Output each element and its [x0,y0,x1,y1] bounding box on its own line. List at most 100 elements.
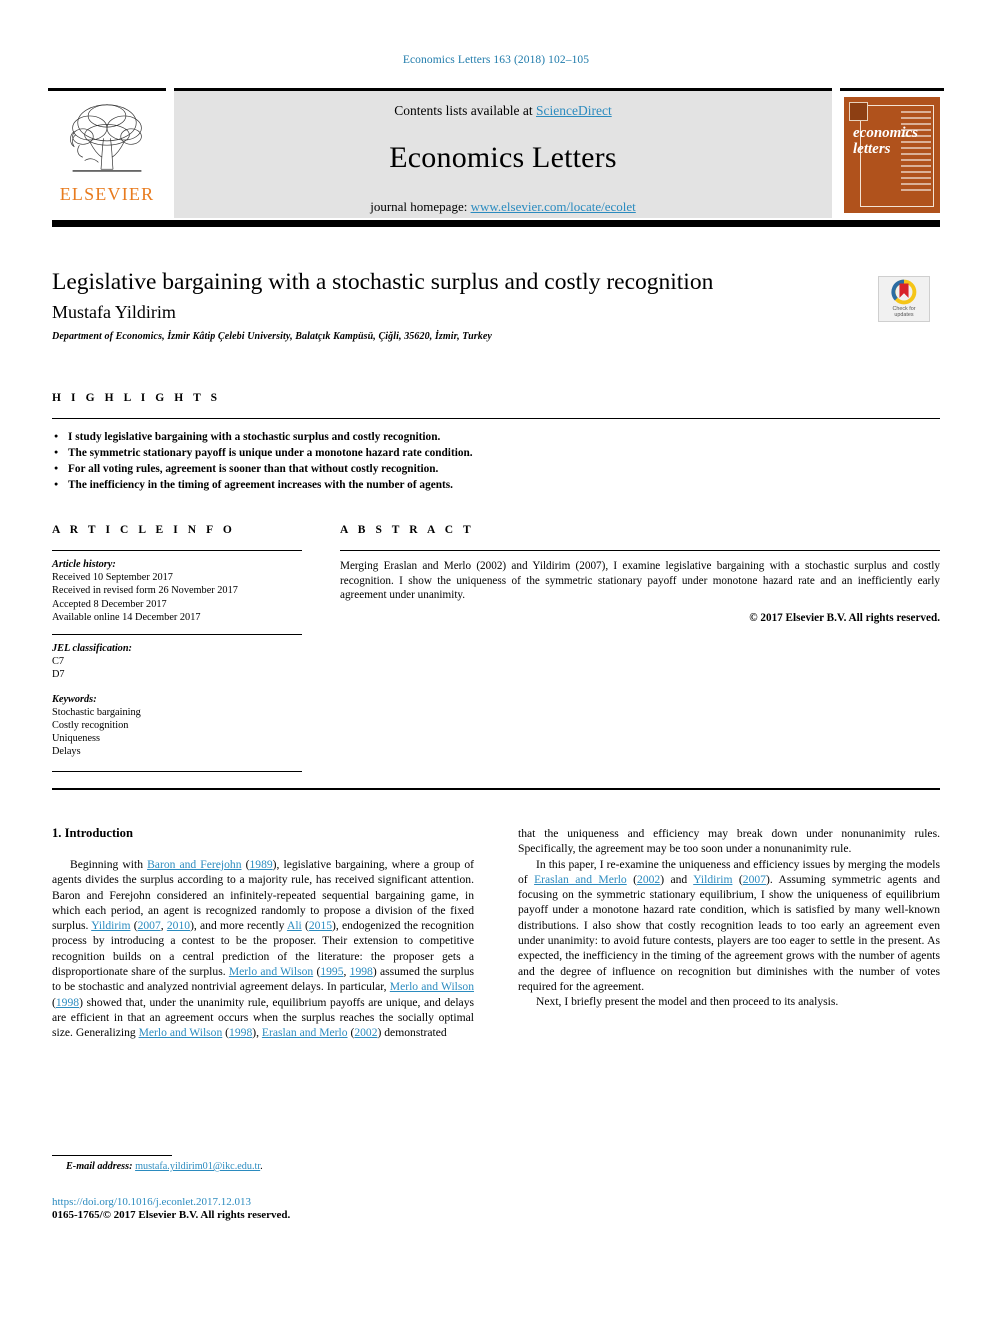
body-column-left: 1. Introduction Beginning with Baron and… [52,826,474,1041]
paragraph-intro-2: that the uniqueness and efficiency may b… [518,827,940,856]
paragraph-intro-3: In this paper, I re-examine the uniquene… [518,857,940,995]
citation-link[interactable]: 2002 [637,873,660,886]
jel-code: C7 [52,656,65,668]
text-run: ( [301,919,309,933]
homepage-line: journal homepage: www.elsevier.com/locat… [174,199,832,215]
abstract-section: A B S T R A C T Merging Eraslan and Merl… [340,524,940,772]
journal-masthead: ELSEVIER Contents lists available at Sci… [48,88,944,218]
contents-line: Contents lists available at ScienceDirec… [174,91,832,119]
body-columns: 1. Introduction Beginning with Baron and… [52,826,940,1041]
email-link[interactable]: mustafa.yildirim01@ikc.edu.tr [135,1161,260,1172]
page-title: Legislative bargaining with a stochastic… [52,269,714,295]
homepage-prefix: journal homepage: [370,199,471,214]
email-suffix: . [260,1161,263,1172]
citation-link[interactable]: 1995 [320,965,343,978]
citation-link[interactable]: Merlo and Wilson [229,965,313,978]
page-footer: E-mail address: mustafa.yildirim01@ikc.e… [52,1155,474,1221]
citation-link[interactable]: 1998 [350,965,373,978]
text-run: ) demonstrated [377,1026,447,1040]
doi-link[interactable]: https://doi.org/10.1016/j.econlet.2017.1… [52,1196,474,1208]
elsevier-tree-icon [70,104,142,172]
citation-link[interactable]: 1998 [229,1026,252,1039]
article-history-label: Article history: [52,559,116,570]
article-history-received: Received 10 September 2017 [52,572,173,584]
crossmark-label-line1: Check for [892,306,916,312]
keywords-label: Keywords: [52,693,97,705]
elsevier-wordmark: ELSEVIER [59,184,155,204]
list-item: I study legislative bargaining with a st… [54,428,940,445]
citation-link[interactable]: Eraslan and Merlo [262,1026,348,1039]
footnote-email: E-mail address: mustafa.yildirim01@ikc.e… [52,1161,474,1172]
crossmark-label: Check for updates [879,306,929,319]
citation-link[interactable]: 2007 [743,873,766,886]
issn-copyright: 0165-1765/© 2017 Elsevier B.V. All right… [52,1209,291,1221]
crossmark-icon [891,279,917,305]
text-run: ), and more recently [190,919,287,933]
abstract-copyright: © 2017 Elsevier B.V. All rights reserved… [749,611,940,624]
text-run: Beginning with [70,858,148,871]
journal-band: Contents lists available at ScienceDirec… [174,88,832,218]
article-info-section: A R T I C L E I N F O Article history: R… [52,524,302,772]
journal-cover-image: economics letters [844,97,940,213]
jel-rule [52,634,302,636]
citation-link[interactable]: 2007 [138,919,161,932]
keyword: Delays [52,746,81,758]
citation-link[interactable]: Eraslan and Merlo [534,873,627,886]
citation-link[interactable]: 1998 [56,996,79,1009]
body-column-right: that the uniqueness and efficiency may b… [518,826,940,1041]
citation-link[interactable]: Yildirim [693,873,732,886]
article-info-rule [52,550,302,551]
masthead-divider [52,220,940,227]
highlights-section: H I G H L I G H T S I study legislative … [52,392,940,493]
keyword: Uniqueness [52,733,101,745]
text-run: ) and [660,872,694,886]
text-run: ( [626,872,638,886]
author-name: Mustafa Yildirim [52,302,176,322]
journal-homepage-link[interactable]: www.elsevier.com/locate/ecolet [471,199,636,214]
citation-link[interactable]: Ali [287,919,302,932]
list-item: For all voting rules, agreement is soone… [54,460,940,477]
author-affiliation: Department of Economics, İzmir Kâtip Çel… [52,331,492,342]
abstract-text: Merging Eraslan and Merlo (2002) and Yil… [340,560,940,602]
section-heading-introduction: 1. Introduction [52,826,133,840]
cover-toc-lines [901,111,931,203]
email-label: E-mail address: [66,1161,133,1172]
keyword: Costly recognition [52,720,129,732]
citation-link[interactable]: Merlo and Wilson [139,1026,223,1039]
sciencedirect-link[interactable]: ScienceDirect [536,103,612,118]
paragraph-intro-1: Beginning with Baron and Ferejohn (1989)… [52,857,474,1041]
citation-link[interactable]: 2015 [309,919,332,932]
abstract-rule [340,550,940,551]
list-item: The inefficiency in the timing of agreem… [54,476,940,493]
highlights-list: I study legislative bargaining with a st… [52,428,940,493]
jel-code: D7 [52,669,65,681]
contents-prefix: Contents lists available at [394,103,536,118]
citation-link[interactable]: 1989 [249,858,272,871]
body-divider [52,788,940,790]
citation-link[interactable]: Yildirim [91,919,130,932]
running-head: Economics Letters 163 (2018) 102–105 [402,54,590,66]
info-abstract-row: A R T I C L E I N F O Article history: R… [52,524,940,772]
abstract-heading: A B S T R A C T [340,524,475,536]
text-run: ( [130,919,138,933]
citation-link[interactable]: Merlo and Wilson [390,980,474,993]
paragraph-intro-4: Next, I briefly present the model and th… [536,995,839,1009]
article-history-block: Article history: Received 10 September 2… [52,558,302,624]
keywords-block: Keywords: Stochastic bargaining Costly r… [52,693,302,759]
footnote-rule [52,1155,172,1156]
paper-page: Economics Letters 163 (2018) 102–105 ELS… [0,0,992,1323]
keyword: Stochastic bargaining [52,706,141,718]
citation-link[interactable]: 2002 [354,1026,377,1039]
article-info-bottom-rule [52,770,302,772]
citation-link[interactable]: 2010 [167,919,190,932]
jel-label: JEL classification: [52,643,132,655]
journal-cover-block: economics letters [840,88,944,218]
crossmark-badge[interactable]: Check for updates [878,276,930,322]
list-item: The symmetric stationary payoff is uniqu… [54,444,940,461]
citation-link[interactable]: Baron and Ferejohn [147,858,241,871]
journal-title: Economics Letters [389,141,617,174]
text-run: ). Assuming symmetric agents and focusin… [518,872,941,993]
cover-publisher-logo-icon [849,102,868,121]
article-history-revised: Received in revised form 26 November 201… [52,585,238,597]
highlights-rule [52,418,940,419]
